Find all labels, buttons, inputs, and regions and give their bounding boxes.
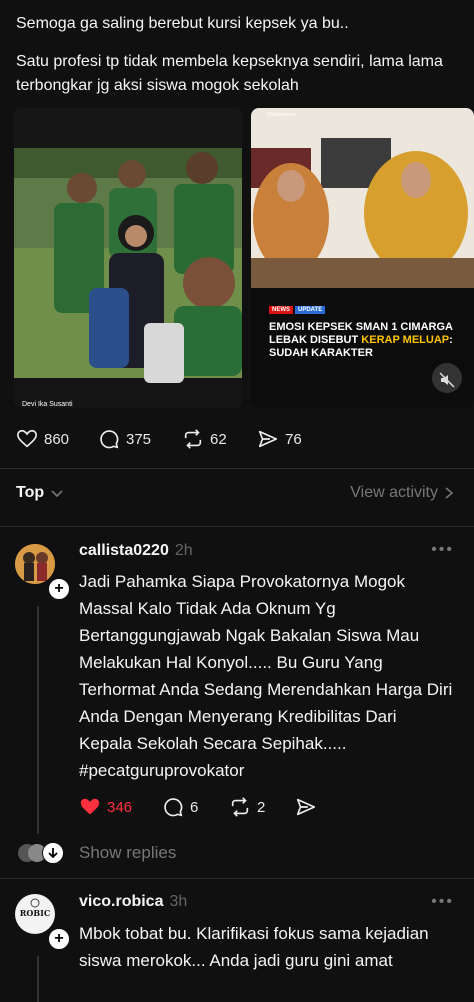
avatar[interactable] xyxy=(15,544,55,584)
image-caption: Devi Ika Susanti xyxy=(22,401,73,408)
comment-text: Jadi Pahamka Siapa Provokatornya Mogok M… xyxy=(79,572,453,780)
divider xyxy=(0,526,474,527)
divider xyxy=(0,468,474,469)
comment-text: Mbok tobat bu. Klarifikasi fokus sama ke… xyxy=(79,924,429,970)
more-options-icon[interactable]: ••• xyxy=(431,541,454,559)
reply-sort-bar: Top View activity xyxy=(16,484,454,508)
comment-button[interactable]: 375 xyxy=(98,428,151,450)
avatar-logo-icon xyxy=(30,898,40,908)
more-options-icon[interactable]: ••• xyxy=(431,893,454,911)
comment-time: 2h xyxy=(174,542,193,559)
follow-plus-icon[interactable]: + xyxy=(47,577,71,601)
news-source: @lebaknews xyxy=(267,112,296,118)
comment-icon xyxy=(100,430,119,449)
update-badge: UPDATE xyxy=(295,306,326,314)
comment-count: 375 xyxy=(126,430,152,448)
comment-username[interactable]: callista0220 2h xyxy=(79,542,193,560)
repost-button[interactable]: 62 xyxy=(182,428,227,450)
news-headline: EMOSI KEPSEK SMAN 1 CIMARGA LEBAK DISEBU… xyxy=(269,321,453,359)
selfie-photo xyxy=(14,108,242,408)
post-text-line1: Semoga ga saling berebut kursi kepsek ya… xyxy=(16,15,349,32)
avatar[interactable]: ROBIC xyxy=(15,894,55,934)
news-badge: NEWS xyxy=(269,306,293,314)
like-count: 860 xyxy=(44,430,70,448)
comment-repost-count: 2 xyxy=(257,798,266,816)
comment-like-count: 346 xyxy=(107,798,133,816)
comment-username[interactable]: vico.robica 3h xyxy=(79,893,187,911)
comment-share-button[interactable] xyxy=(295,796,317,818)
view-activity-link[interactable]: View activity xyxy=(350,484,454,502)
comment-icon xyxy=(164,798,183,817)
post-image-news[interactable]: @lebaknews NEWS UPDATE EMOSI KEPSEK SMAN… xyxy=(251,108,474,408)
comment-like-button[interactable]: 346 xyxy=(79,796,132,818)
chevron-right-icon xyxy=(445,487,454,499)
reply-avatars xyxy=(18,842,64,864)
thread-line xyxy=(37,606,39,834)
show-replies-link[interactable]: Show replies xyxy=(79,843,176,863)
post-text-line2: Satu profesi tp tidak membela kepseknya … xyxy=(16,53,443,94)
arrow-down-icon xyxy=(42,842,64,864)
comment-time: 3h xyxy=(169,893,188,910)
heart-icon xyxy=(17,429,37,448)
repost-icon xyxy=(184,429,202,449)
chevron-down-icon xyxy=(51,490,63,498)
mute-icon[interactable] xyxy=(437,370,457,390)
comment-reply-count: 6 xyxy=(190,798,199,816)
comment-repost-button[interactable]: 2 xyxy=(229,796,265,818)
repost-count: 62 xyxy=(210,430,227,448)
post-image-selfie[interactable]: Devi Ika Susanti xyxy=(14,108,242,408)
heart-filled-icon xyxy=(80,798,100,815)
divider xyxy=(0,878,474,879)
follow-plus-icon[interactable]: + xyxy=(47,927,71,951)
avatar-image xyxy=(15,544,55,584)
share-button[interactable]: 76 xyxy=(257,428,302,450)
sort-dropdown[interactable]: Top xyxy=(16,484,64,502)
thread-line xyxy=(37,956,39,1002)
news-photo xyxy=(251,108,474,408)
send-icon xyxy=(258,430,278,448)
share-count: 76 xyxy=(285,430,302,448)
send-icon xyxy=(296,798,316,816)
repost-icon xyxy=(231,797,249,817)
like-button[interactable]: 860 xyxy=(16,428,69,450)
comment-reply-button[interactable]: 6 xyxy=(162,796,198,818)
